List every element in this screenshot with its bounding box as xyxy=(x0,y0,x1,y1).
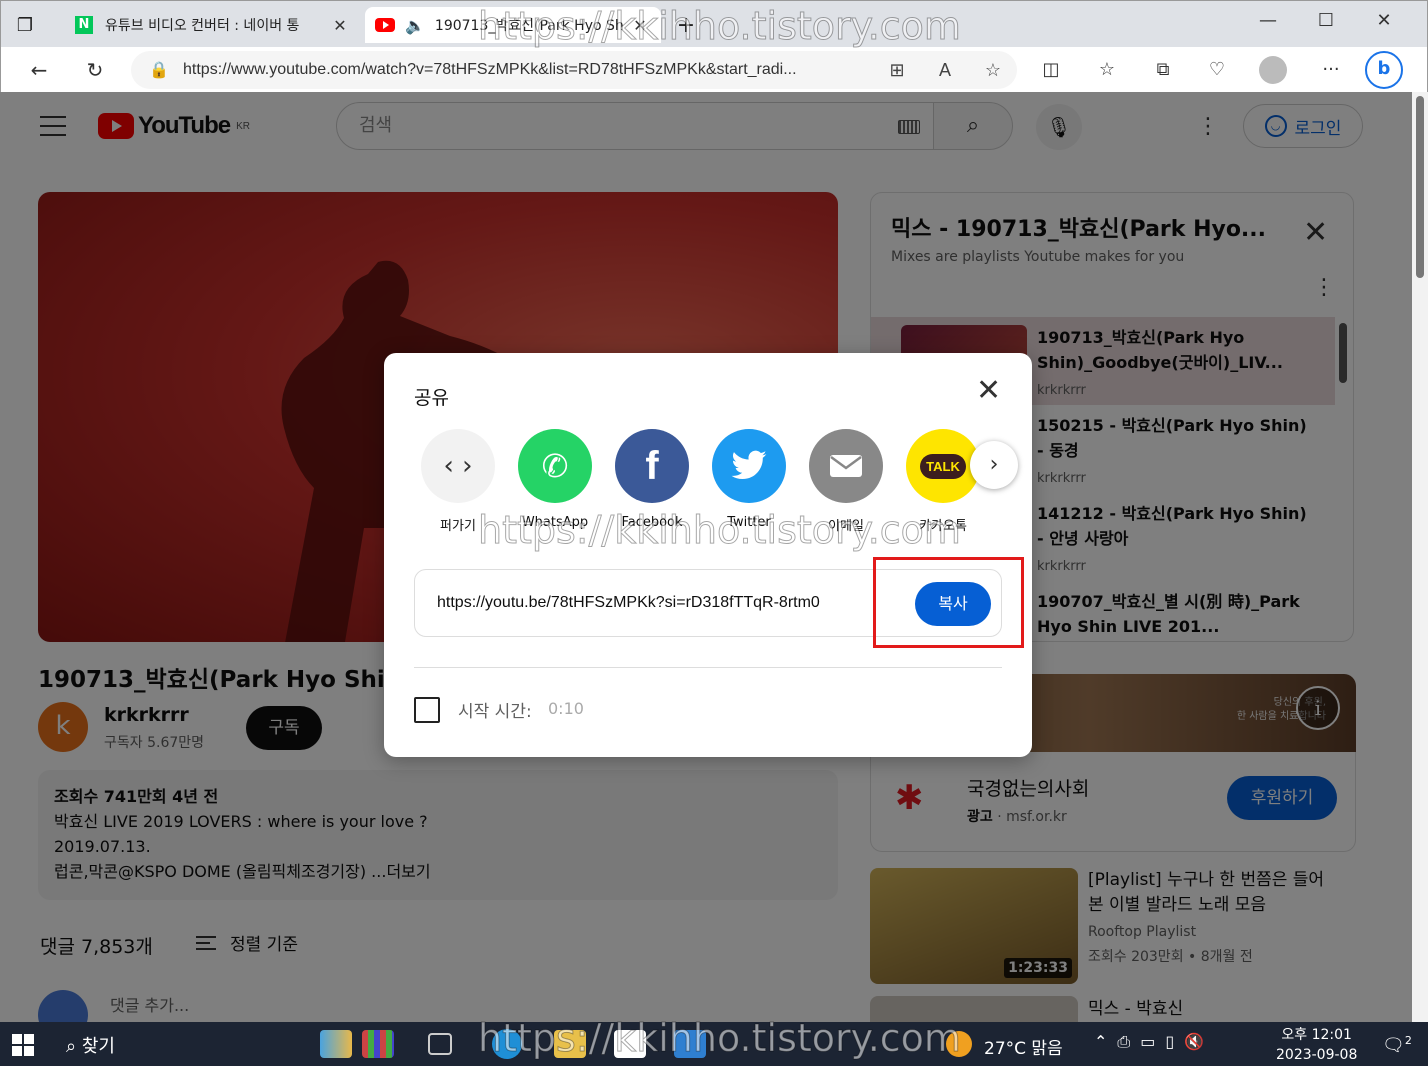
windows-start-icon[interactable] xyxy=(12,1034,34,1056)
share-facebook[interactable]: f Facebook xyxy=(612,429,692,530)
close-icon[interactable]: ✕ xyxy=(976,373,1001,408)
clock[interactable]: 오후 12:01 2023-09-08 xyxy=(1276,1025,1357,1065)
app-available-icon[interactable]: ⊞ xyxy=(873,60,921,81)
start-time-input[interactable]: 0:10 xyxy=(548,699,584,718)
clock-time: 오후 12:01 xyxy=(1281,1027,1352,1043)
notification-icon[interactable]: 🗨2 xyxy=(1382,1034,1412,1056)
chevron-right-icon[interactable]: › xyxy=(970,441,1018,489)
whatsapp-icon: ✆ xyxy=(518,429,592,503)
tab-title: 190713_박효신(Park Hyo Sh xyxy=(434,18,624,34)
weather-icon[interactable] xyxy=(946,1031,972,1057)
url-field[interactable]: 🔒 https://www.youtube.com/watch?v=78tHFS… xyxy=(131,51,1017,89)
collections-icon[interactable]: ⧉ xyxy=(1147,54,1179,86)
taskbar: ⌕ 찾기 27°C 맑음 ⌃⎙▭▯🔇 오후 12:01 2023-09-08 🗨… xyxy=(0,1022,1428,1066)
scroll-thumb[interactable] xyxy=(1416,96,1424,278)
browser-essentials-icon[interactable]: ♡ xyxy=(1201,54,1233,86)
share-label: WhatsApp xyxy=(521,515,589,530)
tab-close-icon[interactable]: ✕ xyxy=(629,16,651,35)
reload-icon[interactable]: ↻ xyxy=(79,54,111,86)
search-icon: ⌕ xyxy=(66,1036,77,1057)
share-label: 퍼가기 xyxy=(440,519,476,534)
url-text: https://www.youtube.com/watch?v=78tHFSzM… xyxy=(183,61,797,78)
taskbar-search[interactable]: ⌕ 찾기 xyxy=(66,1032,115,1058)
favorites-icon[interactable]: ☆ xyxy=(1091,54,1123,86)
kakaotalk-badge: TALK xyxy=(920,453,966,479)
file-explorer-icon[interactable] xyxy=(554,1030,586,1058)
mail-icon[interactable] xyxy=(674,1030,706,1058)
tab-close-icon[interactable]: ✕ xyxy=(329,16,351,35)
start-time-label: 시작 시간: xyxy=(458,702,532,722)
naver-icon: N xyxy=(75,16,93,34)
maximize-icon[interactable]: ☐ xyxy=(1297,1,1355,41)
new-tab-icon[interactable]: + xyxy=(669,7,703,43)
twitter-icon xyxy=(712,429,786,503)
taskbar-search-label: 찾기 xyxy=(81,1036,115,1057)
tab-title: 유튜브 비디오 컨버터 : 네이버 통 xyxy=(105,18,300,34)
split-screen-icon[interactable]: ◫ xyxy=(1035,54,1067,86)
divider xyxy=(414,667,1002,668)
share-embed[interactable]: ‹ › 퍼가기 xyxy=(418,429,498,534)
address-bar: ← ↻ 🔒 https://www.youtube.com/watch?v=78… xyxy=(1,47,1427,93)
speaker-icon[interactable]: 🔈 xyxy=(405,16,425,35)
dialog-title: 공유 xyxy=(414,387,449,409)
start-time-checkbox[interactable] xyxy=(414,697,440,723)
lock-icon: 🔒 xyxy=(149,62,169,79)
tab-naver[interactable]: N 유튜브 비디오 컨버터 : 네이버 통 ✕ xyxy=(65,7,361,43)
edge-icon[interactable] xyxy=(492,1029,522,1059)
highlight-box xyxy=(873,557,1024,648)
favorite-star-icon[interactable]: ☆ xyxy=(969,60,1017,81)
page-scrollbar[interactable] xyxy=(1412,92,1428,1022)
system-tray-icons[interactable]: ⌃⎙▭▯🔇 xyxy=(1094,1032,1214,1052)
share-label: 이메일 xyxy=(828,519,864,534)
weather-text[interactable]: 27°C 맑음 xyxy=(984,1034,1063,1059)
more-icon[interactable]: ··· xyxy=(1315,54,1347,86)
store-icon[interactable] xyxy=(614,1030,646,1058)
read-aloud-icon[interactable]: A xyxy=(921,60,969,81)
share-link-text[interactable]: https://youtu.be/78tHFSzMPKk?si=rD318fTT… xyxy=(437,594,859,612)
profile-icon[interactable] xyxy=(1259,56,1287,84)
share-kakaotalk[interactable]: TALK 카카오톡 xyxy=(903,429,983,534)
bing-icon[interactable]: b xyxy=(1365,51,1403,89)
tab-youtube[interactable]: 🔈 190713_박효신(Park Hyo Sh ✕ xyxy=(365,7,661,43)
share-label: 카카오톡 xyxy=(919,519,967,534)
back-icon[interactable]: ← xyxy=(23,54,55,86)
share-email[interactable]: 이메일 xyxy=(806,429,886,534)
kakaotalk-icon: TALK xyxy=(906,429,980,503)
task-view-icon[interactable] xyxy=(428,1033,452,1055)
books-icon[interactable] xyxy=(362,1030,394,1058)
close-window-icon[interactable]: ✕ xyxy=(1355,1,1413,41)
email-icon xyxy=(809,429,883,503)
facebook-icon: f xyxy=(615,429,689,503)
notification-count: 2 xyxy=(1404,1034,1412,1047)
share-twitter[interactable]: Twitter xyxy=(709,429,789,530)
minimize-icon[interactable]: — xyxy=(1239,1,1297,41)
share-dialog: 공유 ✕ ‹ › 퍼가기 ✆ WhatsApp f Facebook Twitt… xyxy=(384,353,1032,757)
share-label: Facebook xyxy=(621,515,683,530)
tab-actions-icon[interactable]: ❐ xyxy=(5,7,45,43)
tab-strip: ❐ N 유튜브 비디오 컨버터 : 네이버 통 ✕ 🔈 190713_박효신(P… xyxy=(1,1,1427,47)
share-whatsapp[interactable]: ✆ WhatsApp xyxy=(515,429,595,530)
clock-date: 2023-09-08 xyxy=(1276,1047,1358,1063)
embed-icon: ‹ › xyxy=(421,429,495,503)
share-label: Twitter xyxy=(727,515,771,530)
search-highlight-icon[interactable] xyxy=(320,1030,352,1058)
youtube-icon xyxy=(375,18,395,32)
